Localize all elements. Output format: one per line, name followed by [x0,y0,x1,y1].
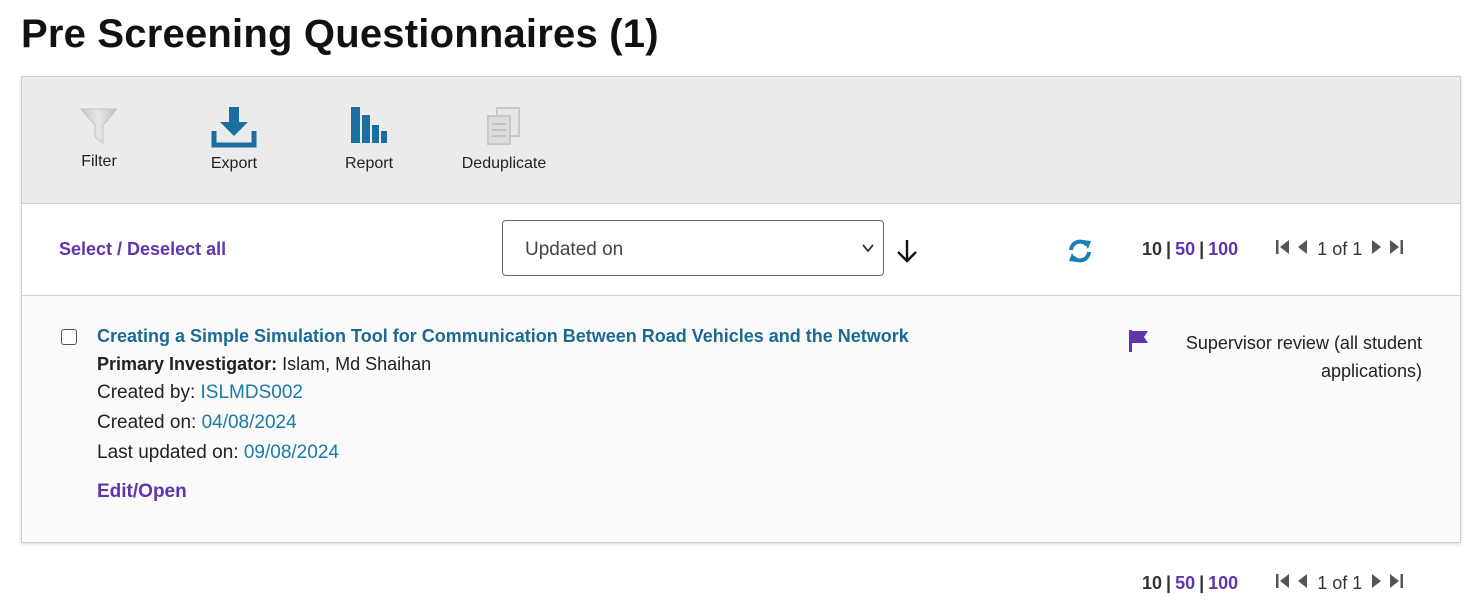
refresh-icon[interactable] [1066,237,1094,270]
page-size-50[interactable]: 50 [1175,239,1195,259]
first-page-icon[interactable] [1275,572,1291,595]
download-icon [179,105,289,151]
previous-page-icon[interactable] [1296,238,1308,261]
page-size-100[interactable]: 100 [1208,239,1238,259]
filter-label: Filter [81,153,117,170]
record-title-link[interactable]: Creating a Simple Simulation Tool for Co… [97,326,909,347]
duplicate-icon [449,105,559,151]
last-page-icon[interactable] [1388,572,1404,595]
primary-investigator-label: Primary Investigator: [97,354,278,374]
filter-icon [44,105,154,151]
page-info: 1 of 1 [1317,573,1363,593]
separator: | [1166,239,1172,259]
page-size-10[interactable]: 10 [1142,573,1162,593]
toolbar: Filter Export Report Deduplicate [22,77,1460,204]
primary-investigator-line: Primary Investigator: Islam, Md Shaihan [97,354,431,375]
next-page-icon[interactable] [1371,238,1383,261]
sort-select[interactable]: Updated on [502,220,884,276]
list-controls: Select / Deselect all Updated on 10 | 50… [22,204,1460,296]
created-by-label: Created by: [97,382,196,403]
last-updated-line: Last updated on: 09/08/2024 [97,442,339,464]
export-button[interactable]: Export [179,105,289,173]
primary-investigator-value: Islam, Md Shaihan [282,354,432,374]
filter-button[interactable]: Filter [44,105,154,171]
record-checkbox[interactable] [61,329,77,345]
separator: | [1199,573,1205,593]
arrow-down-icon[interactable] [895,238,919,269]
results-panel: Filter Export Report Deduplicate Select … [21,76,1461,543]
deduplicate-button[interactable]: Deduplicate [449,105,559,173]
page-size-10[interactable]: 10 [1142,239,1162,259]
report-label: Report [344,155,394,172]
report-button[interactable]: Report [314,105,424,173]
last-page-icon[interactable] [1388,238,1404,261]
next-page-icon[interactable] [1371,572,1383,595]
page-size-options: 10 | 50 | 100 [1142,239,1238,260]
page-size-options: 10 | 50 | 100 [1142,573,1238,594]
pagination-top: 10 | 50 | 100 1 of 1 [1142,238,1404,261]
deduplicate-label: Deduplicate [461,155,547,172]
page-info: 1 of 1 [1317,239,1363,259]
last-updated-value: 09/08/2024 [243,442,339,463]
chevron-down-icon [861,241,875,260]
last-updated-label: Last updated on: [97,442,239,463]
bar-chart-icon [314,105,424,151]
page-size-100[interactable]: 100 [1208,573,1238,593]
separator: | [1166,573,1172,593]
list-item: Creating a Simple Simulation Tool for Co… [22,296,1460,541]
export-label: Export [210,155,258,172]
created-by-line: Created by: ISLMDS002 [97,382,303,404]
pagination-bottom: 10 | 50 | 100 1 of 1 [1142,572,1404,595]
sort-selected-value: Updated on [525,239,624,260]
separator: | [1199,239,1205,259]
created-on-label: Created on: [97,412,197,433]
page-title: Pre Screening Questionnaires (1) [21,12,659,56]
select-deselect-all-link[interactable]: Select / Deselect all [59,239,226,260]
first-page-icon[interactable] [1275,238,1291,261]
created-on-line: Created on: 04/08/2024 [97,412,297,434]
status-text: Supervisor review (all student applicati… [1185,333,1422,381]
page-size-50[interactable]: 50 [1175,573,1195,593]
created-by-value[interactable]: ISLMDS002 [201,382,303,403]
created-on-value: 04/08/2024 [201,412,297,433]
edit-open-link[interactable]: Edit/Open [97,481,187,503]
previous-page-icon[interactable] [1296,572,1308,595]
